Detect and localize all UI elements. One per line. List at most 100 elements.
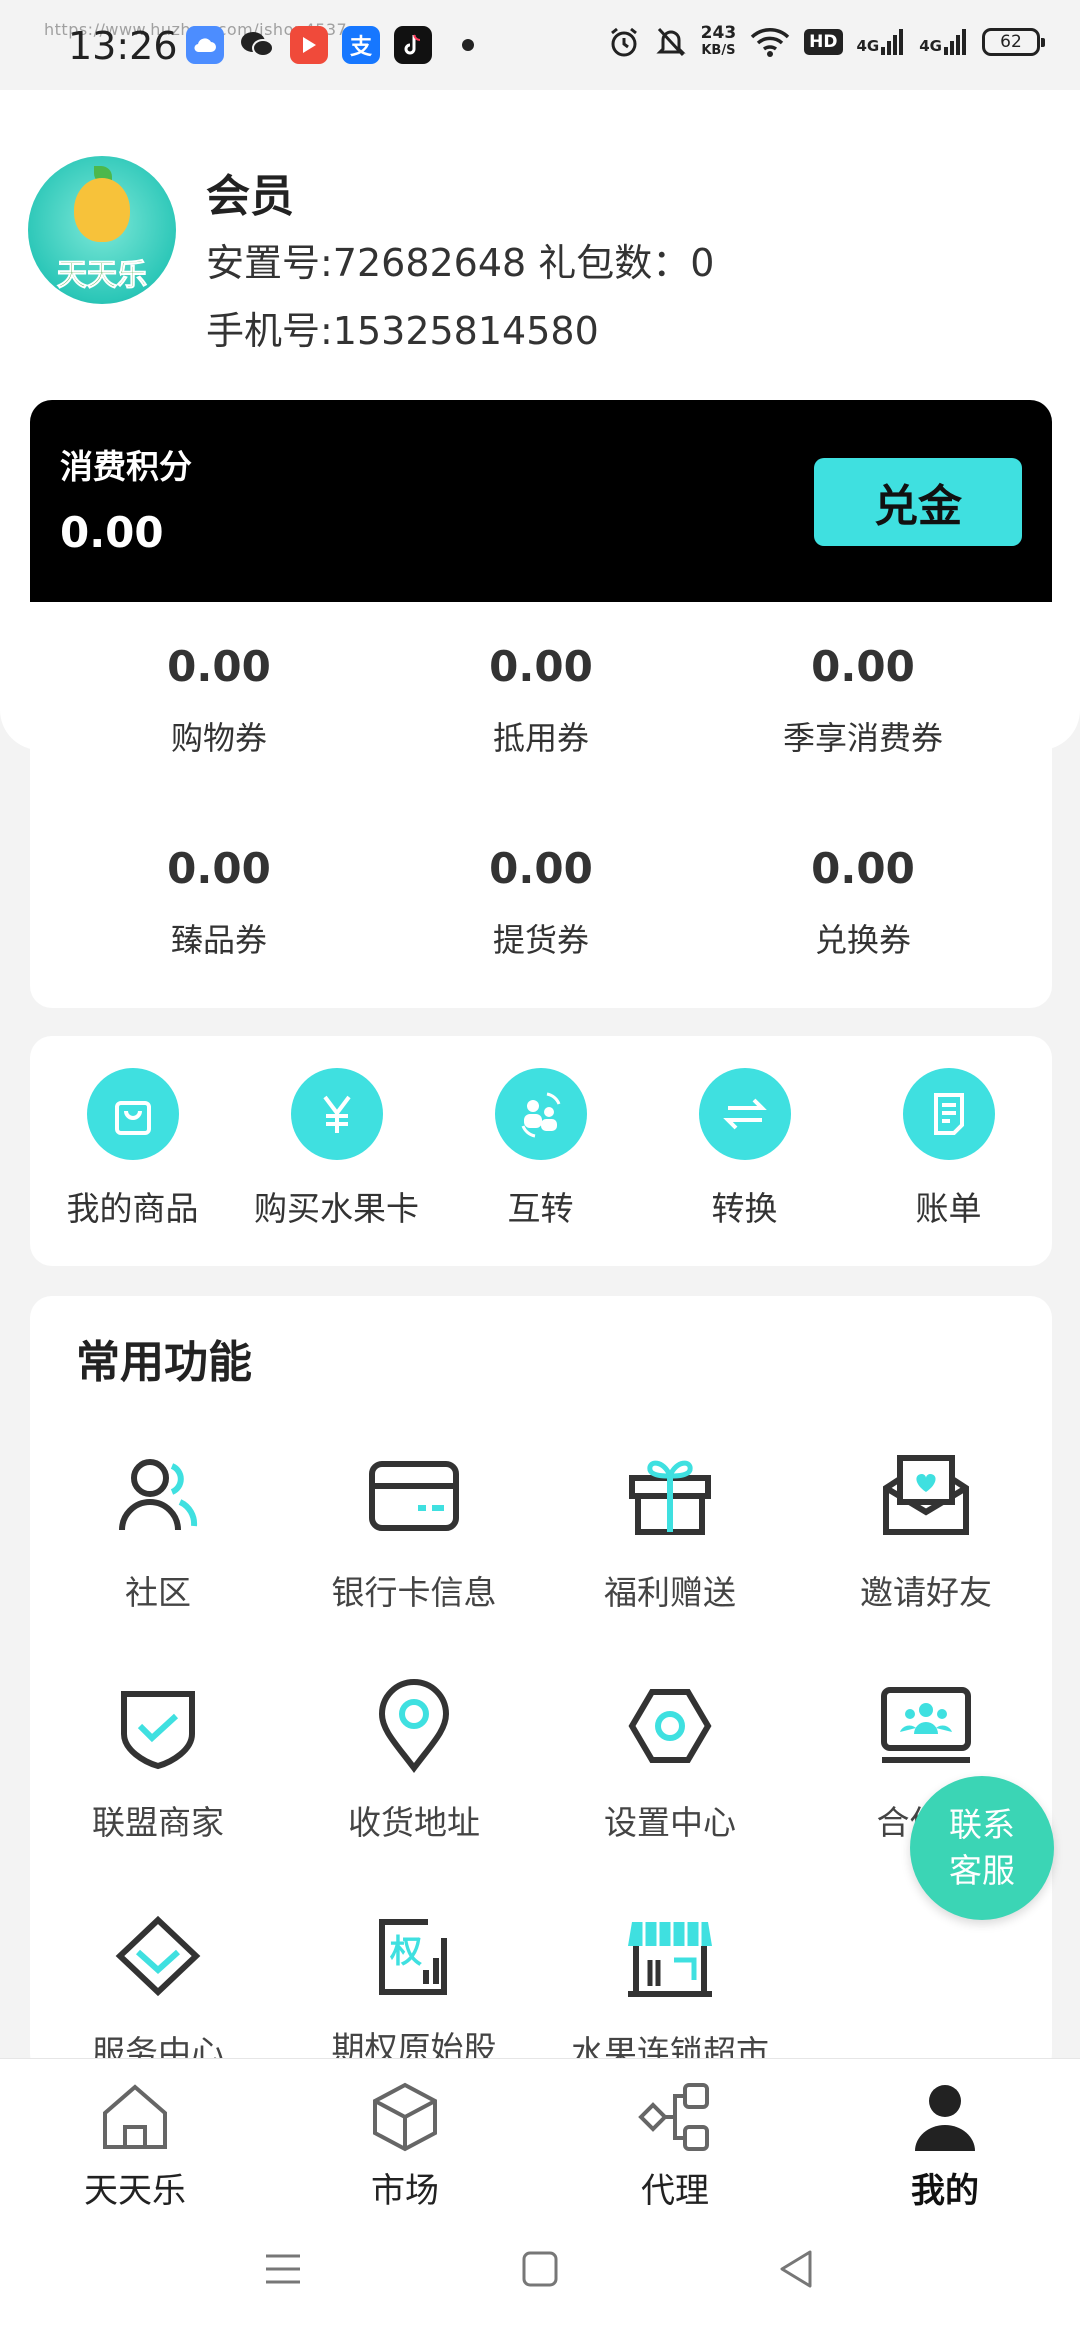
system-navigation-bar [0,2230,1080,2310]
coupon-seasonal[interactable]: 0.00 季享消费券 [703,642,1023,759]
function-label: 收货地址 [348,1803,480,1842]
function-shipping-address[interactable]: 收货地址 [286,1678,542,1844]
common-functions-title: 常用功能 [76,1337,252,1388]
points-card: 消费积分 0.00 兑金 [30,400,1052,602]
coupon-value: 0.00 [811,642,915,691]
coupon-value: 0.00 [167,642,271,691]
quick-my-products[interactable]: 我的商品 [30,1068,235,1230]
hd-badge: HD [804,29,843,55]
wechat-icon [238,26,276,64]
function-label: 邀请好友 [860,1573,992,1612]
store-icon [628,1922,712,1997]
function-option-stock[interactable]: 权 期权原始股 [286,1908,542,2070]
coupon-label: 提货券 [492,921,589,959]
menu-icon[interactable] [258,2244,308,2294]
coupon-value: 0.00 [167,844,271,893]
system-indicators: 243 KB/S HD 4G 4G 62 [607,23,1045,60]
status-bar: https://www.huzhan.com/ishop4537 13:26 支… [0,0,1080,90]
customer-service-button[interactable]: 联系 客服 [910,1776,1054,1920]
home-square-icon[interactable] [515,2244,565,2294]
nav-label: 市场 [371,2171,439,2211]
nav-home[interactable]: 天天乐 [0,2079,270,2212]
function-invite-friends[interactable]: 邀请好友 [798,1448,1054,1614]
function-bank-card[interactable]: 银行卡信息 [286,1448,542,1614]
function-label: 联盟商家 [92,1803,224,1842]
function-label: 社区 [125,1573,191,1612]
location-pin-icon [378,1679,450,1773]
battery-indicator: 62 [982,28,1045,56]
wifi-icon [750,28,790,57]
more-notifications-dot [462,39,474,51]
function-fruit-supermarket[interactable]: 水果连锁超市 [542,1908,798,2074]
coupon-label: 抵用券 [492,719,589,757]
function-label: 福利赠送 [604,1573,736,1612]
quick-convert[interactable]: 转换 [642,1068,847,1230]
video-app-icon [290,26,328,64]
nav-label: 天天乐 [84,2171,186,2211]
avatar[interactable]: 天天乐 [28,156,176,304]
bank-card-icon [369,1461,459,1531]
shield-check-icon [121,1691,195,1770]
signal-1-icon: 4G [857,29,906,55]
gift-icon [629,1460,711,1535]
market-cube-icon [373,2082,437,2152]
status-time: 13:26 [68,24,178,68]
points-label: 消费积分 [60,447,192,486]
member-id-line: 安置号:72682648 礼包数：0 [206,241,715,285]
function-alliance-merchants[interactable]: 联盟商家 [30,1678,286,1844]
function-service-center[interactable]: 服务中心 [30,1908,286,2074]
tiktok-icon [394,26,432,64]
mute-icon [656,27,686,57]
coupon-pickup[interactable]: 0.00 提货券 [381,844,701,961]
yen-icon [290,1068,383,1160]
alarm-icon [610,27,637,57]
alipay-icon: 支 [342,26,380,64]
coupon-value: 0.00 [489,844,593,893]
redeem-button[interactable]: 兑金 [814,458,1022,546]
option-stock-icon: 权 [366,1908,462,2004]
exchange-arrows-icon [698,1068,791,1160]
coupon-value: 0.00 [489,642,593,691]
function-gift[interactable]: 福利赠送 [542,1448,798,1614]
bill-icon [902,1068,995,1160]
nav-market[interactable]: 市场 [270,2079,540,2212]
coupon-deduction[interactable]: 0.00 抵用券 [381,642,701,759]
avatar-logo-text: 天天乐 [57,258,148,294]
coupon-premium[interactable]: 0.00 臻品券 [59,844,379,961]
agent-nodes-icon [638,2083,709,2151]
home-icon [103,2084,167,2149]
quick-label: 互转 [507,1189,574,1228]
quick-bill[interactable]: 账单 [846,1068,1051,1230]
notification-icons: 支 [186,26,474,64]
settings-hex-icon [628,1689,712,1763]
partner-screen-icon [881,1687,971,1763]
nav-profile[interactable]: 我的 [810,2079,1080,2212]
quick-buy-fruit-card[interactable]: 购买水果卡 [234,1068,439,1230]
coupon-label: 购物券 [170,719,267,757]
coupon-value: 0.00 [811,844,915,893]
avatar-fruit-icon [74,178,130,242]
coupon-exchange[interactable]: 0.00 兑换券 [703,844,1023,961]
common-functions-card: 常用功能 社区 银行卡信息 福利赠送 邀请好友 联盟商家 收货地址 设置中心 合… [30,1296,1052,2076]
coupon-label: 臻品券 [170,921,267,959]
shopping-bag-icon [86,1068,179,1160]
back-triangle-icon[interactable] [772,2244,822,2294]
community-icon [119,1459,198,1531]
function-community[interactable]: 社区 [30,1448,286,1614]
function-settings[interactable]: 设置中心 [542,1678,798,1844]
network-speed: 243 KB/S [700,23,737,58]
nav-agent[interactable]: 代理 [540,2079,810,2212]
nav-label: 代理 [641,2171,709,2211]
diamond-icon [115,1915,201,1997]
coupons-card: 0.00 购物券 0.00 抵用券 0.00 季享消费券 0.00 臻品券 0.… [30,602,1052,1008]
coupon-label: 季享消费券 [782,719,943,757]
customer-service-line2: 客服 [949,1851,1015,1890]
coupon-shopping[interactable]: 0.00 购物券 [59,642,379,759]
quick-transfer[interactable]: 互转 [438,1068,643,1230]
quick-label: 账单 [915,1189,982,1228]
nav-label: 我的 [911,2171,979,2211]
profile-icon [915,2085,975,2151]
signal-2-icon: 4G [919,29,968,55]
function-label: 银行卡信息 [331,1573,497,1612]
member-title: 会员 [206,171,294,222]
